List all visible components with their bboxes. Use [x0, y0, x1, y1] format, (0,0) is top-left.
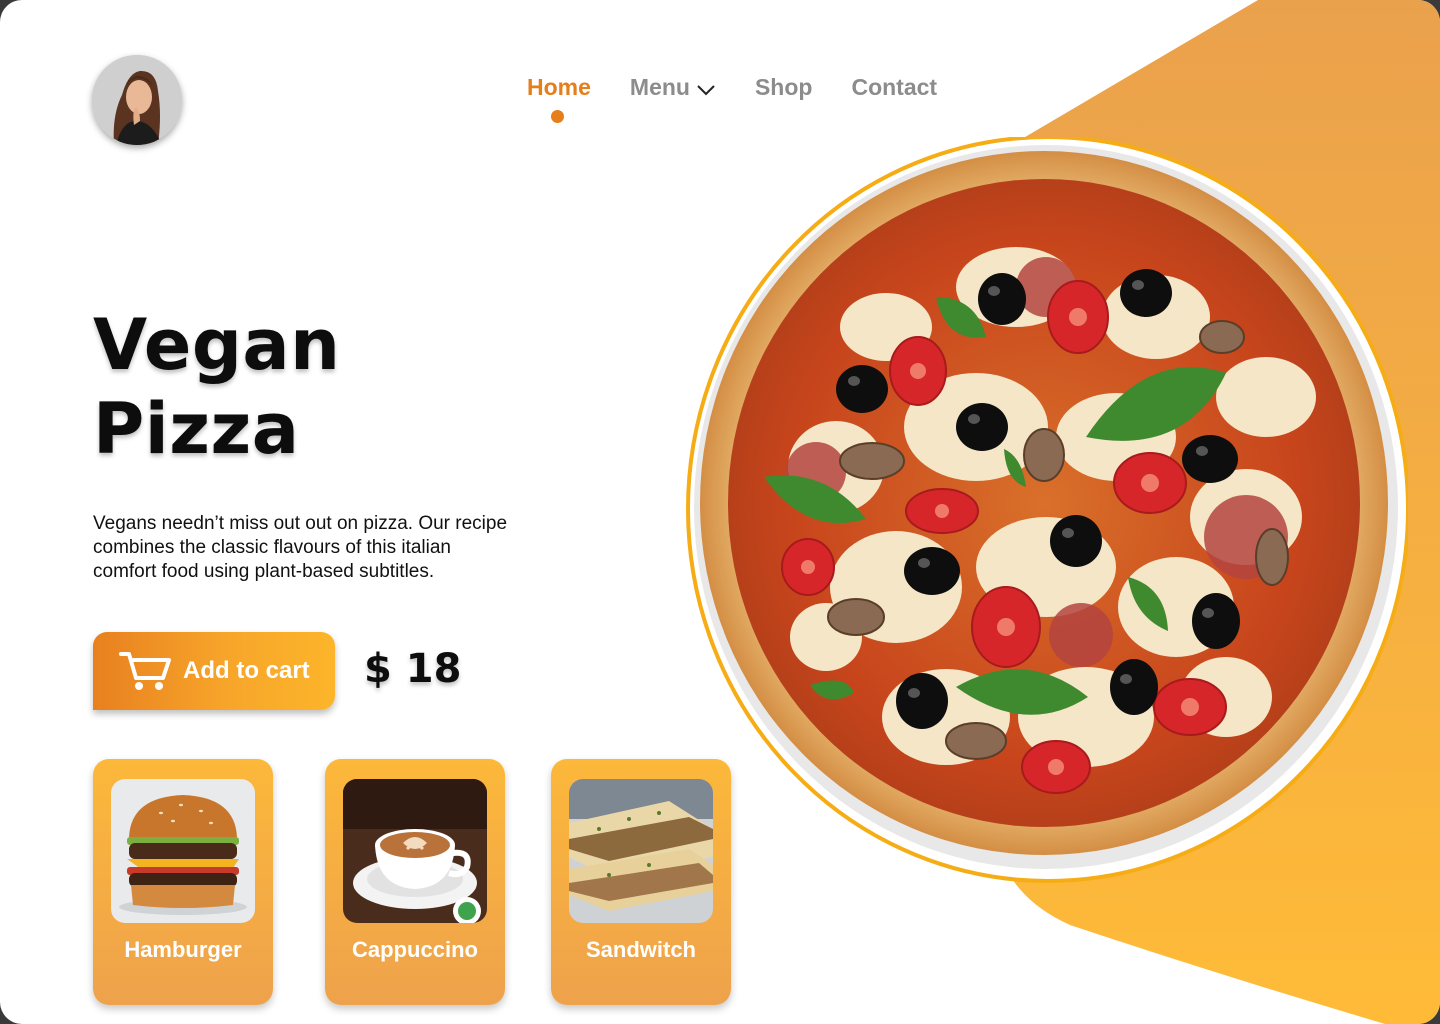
add-to-cart-label: Add to cart — [183, 657, 310, 684]
hamburger-image — [111, 779, 255, 923]
title-line-1: Vegan — [93, 304, 341, 386]
active-indicator-dot — [551, 110, 564, 123]
product-card-cappuccino[interactable]: Cappuccino — [325, 759, 505, 1005]
nav-shop-label: Shop — [754, 74, 813, 100]
product-card-hamburger[interactable]: Hamburger — [93, 759, 273, 1005]
product-label-sandwich: Sandwitch — [585, 937, 696, 962]
title-line-2: Pizza — [93, 388, 300, 470]
cart-icon — [119, 652, 171, 690]
pizza-image — [686, 135, 1410, 885]
main-nav: Home Menu Shop Contact — [527, 74, 976, 123]
nav-item-home[interactable]: Home — [527, 74, 591, 123]
product-label-cappuccino: Cappuccino — [352, 937, 478, 962]
avatar-photo — [92, 55, 182, 145]
nav-item-shop[interactable]: Shop — [755, 74, 813, 101]
nav-menu-label: Menu — [629, 74, 690, 100]
nav-item-menu[interactable]: Menu — [630, 74, 716, 101]
nav-contact-label: Contact — [851, 74, 938, 100]
nav-home-label: Home — [527, 74, 591, 100]
hero-description: Vegans needn’t miss out out on pizza. Ou… — [93, 513, 508, 582]
chevron-down-icon — [697, 84, 715, 95]
avatar[interactable] — [92, 55, 182, 145]
price-label: $ 18 — [364, 646, 462, 692]
product-label-hamburger: Hamburger — [124, 937, 242, 962]
cappuccino-image — [343, 779, 487, 923]
nav-item-contact[interactable]: Contact — [851, 74, 937, 101]
add-to-cart-button[interactable]: Add to cart — [93, 632, 335, 710]
page-title: Vegan Pizza — [93, 303, 341, 471]
page: Home Menu Shop Contact Vegan Pizza Vegan… — [0, 0, 1440, 1024]
